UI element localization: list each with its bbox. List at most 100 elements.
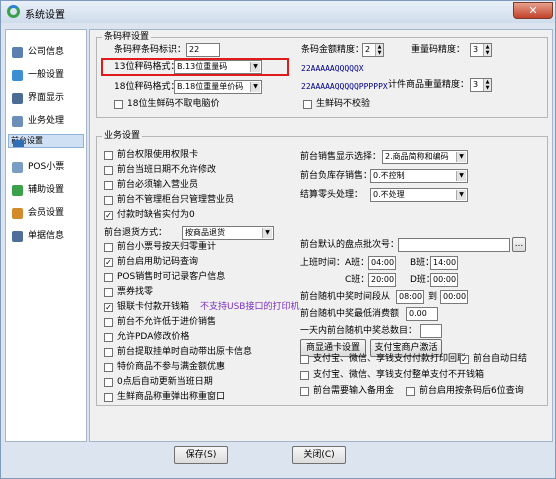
negative-stock-value: 0.不控制 [373,171,405,180]
checkbox[interactable] [104,243,113,252]
checkbox[interactable] [104,348,113,357]
inventory-batch-input[interactable] [398,238,510,252]
change-handling-select[interactable]: 0.不处理 ▼ [370,188,468,202]
checkbox[interactable] [300,355,309,364]
checkbox[interactable] [104,151,113,160]
checkbox[interactable]: ✓ [460,355,469,364]
min-amount-input[interactable]: 0.00 [406,307,438,321]
close-dialog-button[interactable]: 关闭(C) [292,446,346,464]
shift-time-label: 上班时间： [300,258,346,268]
checkbox-noprice[interactable] [114,100,123,109]
checkbox-label: 前台当班日期不允许修改 [117,165,217,175]
checkbox-label: 前台小票号按天归零重计 [117,242,217,252]
checkbox[interactable]: ✓ [104,258,113,267]
code18-sample: 22AAAAAQQQQQPPPPPX [301,82,388,91]
checkbox[interactable] [104,393,113,402]
app-logo-icon [7,5,20,18]
unit-precision-spinner[interactable]: 3 ▲ ▼ [470,78,492,92]
checkbox[interactable] [104,166,113,175]
sidebar-item-6[interactable]: 辅助设置 [8,180,84,201]
shift-d-input[interactable]: 00:00 [430,273,458,287]
checkbox[interactable] [300,371,309,380]
format18-select[interactable]: B.18位重量单价码 ▼ [174,80,262,94]
checkbox[interactable] [104,288,113,297]
sidebar-item-label: 辅助设置 [28,185,65,195]
change-handling-label: 结算零头处理： [300,190,364,200]
checkbox[interactable] [104,273,113,282]
sidebar-item-8[interactable]: 单据信息 [8,226,84,247]
barcode-flag-label: 条码秤条码标识： [114,45,187,55]
settings-panel: 条码秤设置 条码秤条码标识： 22 13位秤码格式： B.13位重量码 ▼ 18位… [89,29,553,464]
min-amount-label: 前台随机中奖最低消费额 [300,309,400,319]
sidebar-item-icon [12,116,23,127]
save-button[interactable]: 保存(S) [174,446,228,464]
barcode-flag-input[interactable]: 22 [186,43,220,57]
checkbox-nocheck[interactable] [303,100,312,109]
checkbox-label: 支付宝、微信、享钱支付整单支付不开钱箱 [313,370,485,380]
max-count-label: 一天内前台随机中奖总数目： [300,326,418,336]
shift-a-input[interactable]: 04:00 [368,256,396,270]
business-group-title: 业务设置 [102,131,143,141]
checkbox[interactable] [406,387,415,396]
sidebar-item-icon [12,162,23,173]
checkbox[interactable] [104,318,113,327]
amount-precision-spinner[interactable]: 2 ▲ ▼ [362,43,384,57]
weight-precision-value: 3 [473,45,479,54]
checkbox[interactable] [104,378,113,387]
return-mode-select[interactable]: 按商品退货 ▼ [182,226,274,240]
sidebar-item-0[interactable]: 公司信息 [8,42,84,63]
highlight-box [101,58,289,76]
checkbox-label: 允许PDA修改价格 [117,332,190,342]
checkbox-label: 前台提取挂单时自动带出原卡信息 [117,347,253,357]
checkbox-label: POS销售时可记录客户信息 [117,272,226,282]
checkbox-label: 付款时缺省实付为0 [117,210,195,220]
shift-b-input[interactable]: 14:00 [430,256,458,270]
sidebar-item-icon [12,70,23,81]
sidebar-item-label: 界面显示 [28,93,65,103]
browse-button[interactable]: ... [512,237,526,252]
sales-display-value: 2.商品简称和编码 [385,152,449,161]
sidebar-item-5[interactable]: POS小票 [8,157,84,178]
return-mode-value: 按商品退货 [185,228,225,237]
checkbox[interactable]: ✓ [104,303,113,312]
amount-precision-label: 条码金额精度： [301,45,365,55]
checkbox[interactable]: ✓ [104,211,113,220]
checkbox[interactable] [104,196,113,205]
checkbox[interactable] [104,181,113,190]
checkbox[interactable] [300,387,309,396]
sidebar-item-4[interactable]: 前台设置 [8,134,84,148]
nocheck-label: 生鲜码不校验 [316,99,371,109]
checkbox-label: 前台需要输入备用金 [313,386,395,396]
sidebar-item-label: 业务处理 [28,116,65,126]
sidebar-item-label: 会员设置 [28,208,65,218]
weight-precision-spinner[interactable]: 3 ▲ ▼ [470,43,492,57]
sidebar-item-3[interactable]: 业务处理 [8,111,84,132]
unit-precision-label: 计件商品重量精度： [388,80,470,90]
unit-precision-value: 3 [473,80,479,89]
sales-display-select[interactable]: 2.商品简称和编码 ▼ [382,150,468,164]
code13-sample: 22AAAAAQQQQQX [301,64,364,73]
spinner-arrows-icon[interactable]: ▲ ▼ [375,44,383,56]
checkbox-label: 前台不允许低于进价销售 [117,317,217,327]
sidebar-item-1[interactable]: 一般设置 [8,65,84,86]
checkbox-label: 前台启用助记码查询 [117,257,199,267]
checkbox[interactable] [104,363,113,372]
close-button[interactable]: ✕ [513,2,553,19]
spinner-arrows-icon[interactable]: ▲ ▼ [483,79,491,91]
negative-stock-select[interactable]: 0.不控制 ▼ [370,169,468,183]
checkbox-label: 票券找零 [117,287,154,297]
sidebar-item-7[interactable]: 会员设置 [8,203,84,224]
settings-window: 系统设置 ✕ 公司信息 一般设置 界面显示 业务处理 前台设置 POS小票 辅助设置 会员设置… [0,0,556,479]
spinner-arrows-icon[interactable]: ▲ ▼ [483,44,491,56]
checkbox[interactable] [104,333,113,342]
lottery-to-input[interactable]: 00:00 [440,290,468,304]
sidebar-item-icon [12,93,23,104]
chevron-down-icon: ▼ [262,228,272,238]
max-count-input[interactable] [420,324,442,338]
weight-precision-label: 重量码精度： [411,45,466,55]
checkbox-label: 银联卡付款开钱箱 [117,302,190,312]
lottery-from-input[interactable]: 08:00 [396,290,424,304]
shift-c-input[interactable]: 20:00 [368,273,396,287]
shift-c-label: C班： [345,275,370,285]
sidebar-item-2[interactable]: 界面显示 [8,88,84,109]
